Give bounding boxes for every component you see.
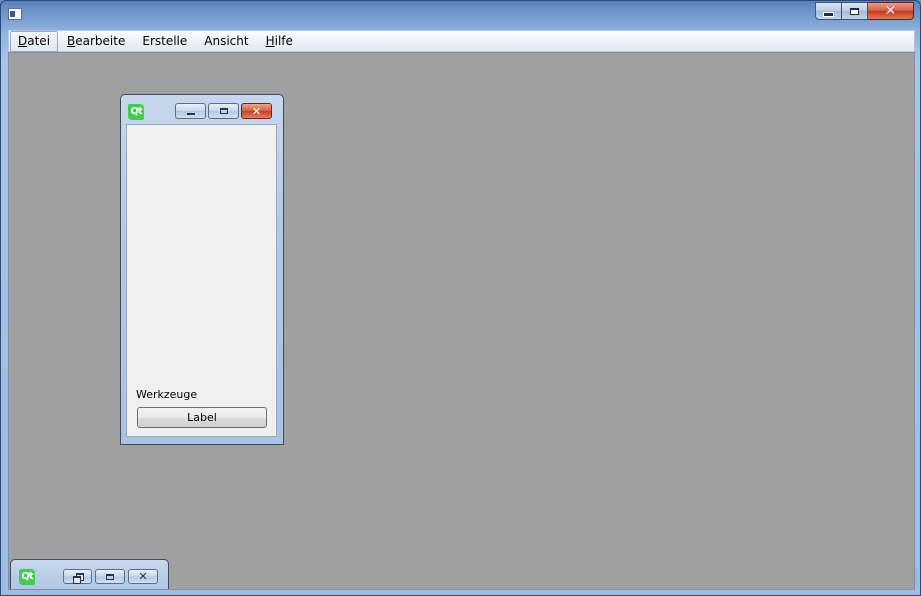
menu-erstelle-label: Erstelle [142, 33, 188, 48]
app-icon[interactable] [8, 8, 22, 20]
subwindow-maximize-button[interactable] [208, 103, 239, 119]
werkzeuge-label: Werkzeuge [136, 388, 198, 401]
subwindow-close-button[interactable]: ✕ [241, 103, 272, 119]
menu-bar: Datei Bearbeite Erstelle Ansicht Hilfe [8, 30, 915, 52]
menu-bearbeite-label: earbeite [75, 33, 126, 48]
maximize-icon [219, 108, 228, 114]
maximize-button[interactable] [842, 2, 868, 20]
label-button[interactable]: Label [137, 407, 267, 428]
qt-logo-icon[interactable]: Qt [128, 104, 144, 120]
tool-subwindow[interactable]: Qt ✕ Werkzeuge Label [120, 94, 284, 445]
menu-ansicht[interactable]: Ansicht [196, 31, 256, 52]
qt-logo-icon[interactable]: Qt [19, 569, 35, 585]
subwindow-minimize-button[interactable] [175, 103, 206, 119]
maximize-icon [106, 573, 114, 580]
menu-hilfe-mnemonic: H [265, 33, 275, 48]
menu-datei[interactable]: Datei [10, 30, 59, 52]
close-icon: ✕ [884, 3, 897, 19]
minimized-subwindow[interactable]: Qt ✕ [10, 559, 169, 589]
title-bar[interactable]: ✕ [1, 1, 920, 28]
mdi-area[interactable]: Qt ✕ Werkzeuge Label Qt ✕ [8, 52, 915, 590]
menu-hilfe[interactable]: Hilfe [258, 31, 301, 52]
menu-datei-mnemonic: D [18, 33, 28, 48]
minimized-restore-button[interactable] [63, 569, 92, 584]
menu-erstelle[interactable]: Erstelle [134, 31, 195, 52]
close-button[interactable]: ✕ [868, 2, 914, 20]
menu-hilfe-label: ilfe [274, 33, 293, 48]
caption-buttons: ✕ [815, 2, 914, 20]
minimize-icon [824, 12, 833, 16]
subwindow-caption-buttons: ✕ [175, 103, 274, 119]
subwindow-client-area: Werkzeuge Label [126, 124, 277, 437]
main-window: ✕ Datei Bearbeite Erstelle Ansicht Hilfe… [0, 0, 921, 596]
minimized-close-button[interactable]: ✕ [128, 569, 158, 584]
menu-datei-label: atei [27, 33, 51, 48]
restore-icon [72, 572, 84, 584]
minimized-caption-buttons: ✕ [63, 569, 161, 584]
minimize-icon [186, 112, 195, 115]
minimized-maximize-button[interactable] [95, 569, 125, 584]
minimize-button[interactable] [815, 2, 842, 20]
menu-bearbeite[interactable]: Bearbeite [59, 31, 133, 52]
close-icon: ✕ [138, 570, 148, 583]
close-icon: ✕ [251, 104, 262, 118]
menu-ansicht-label: Ansicht [204, 33, 249, 48]
maximize-icon [850, 7, 859, 15]
